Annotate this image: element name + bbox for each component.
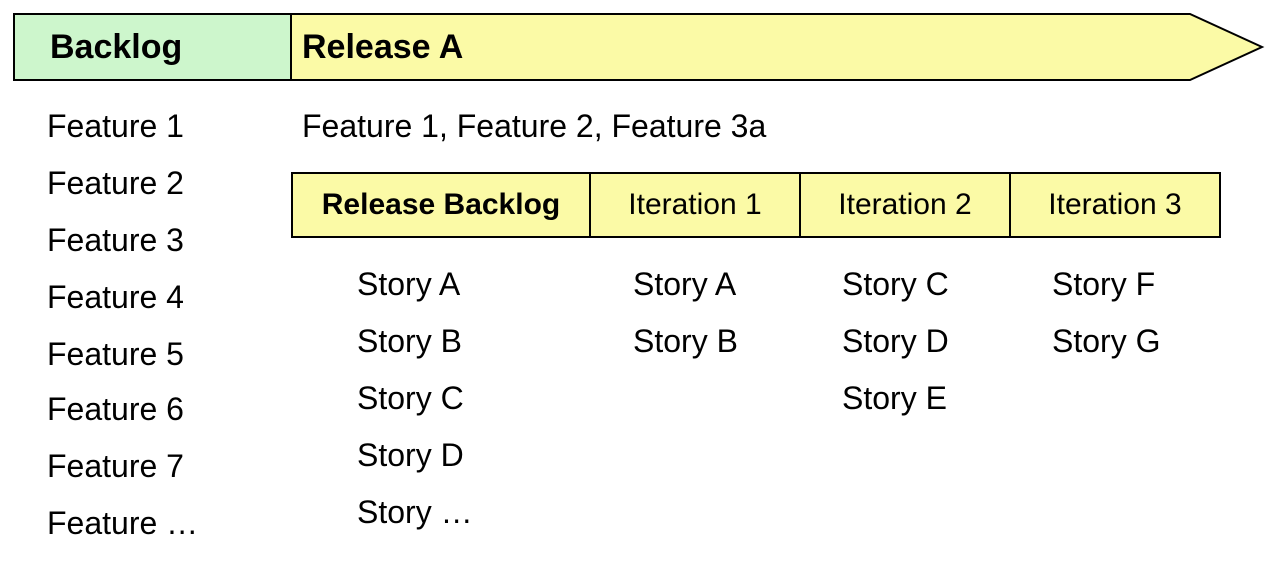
story-item: Story G [1052,323,1161,359]
iteration-2-header: Iteration 2 [801,172,1011,238]
iteration-1-header: Iteration 1 [591,172,801,238]
backlog-feature: Feature 5 [47,336,184,372]
story-item: Story A [357,266,461,302]
story-item: Story B [633,323,738,359]
story-item: Story C [357,380,464,416]
story-item: Story C [842,266,949,302]
backlog-feature: Feature 1 [47,108,184,144]
story-item: Story B [357,323,462,359]
story-item: Story D [842,323,949,359]
backlog-feature: Feature 3 [47,222,184,258]
header-arrow [13,13,1265,81]
story-item: Story E [842,380,947,416]
story-item: Story F [1052,266,1156,302]
release-header-label: Release A [302,28,464,66]
release-backlog-header: Release Backlog [291,172,591,238]
iteration-bar: Release Backlog Iteration 1 Iteration 2 … [291,172,1221,238]
backlog-feature: Feature 4 [47,279,184,315]
backlog-feature: Feature 2 [47,165,184,201]
story-item: Story D [357,437,464,473]
backlog-feature: Feature 6 [47,391,184,427]
backlog-feature: Feature … [47,505,199,541]
backlog-header-label: Backlog [50,28,183,66]
backlog-feature: Feature 7 [47,448,184,484]
story-item: Story … [357,494,473,530]
story-item: Story A [633,266,737,302]
iteration-3-header: Iteration 3 [1011,172,1221,238]
release-features-text: Feature 1, Feature 2, Feature 3a [302,108,767,144]
